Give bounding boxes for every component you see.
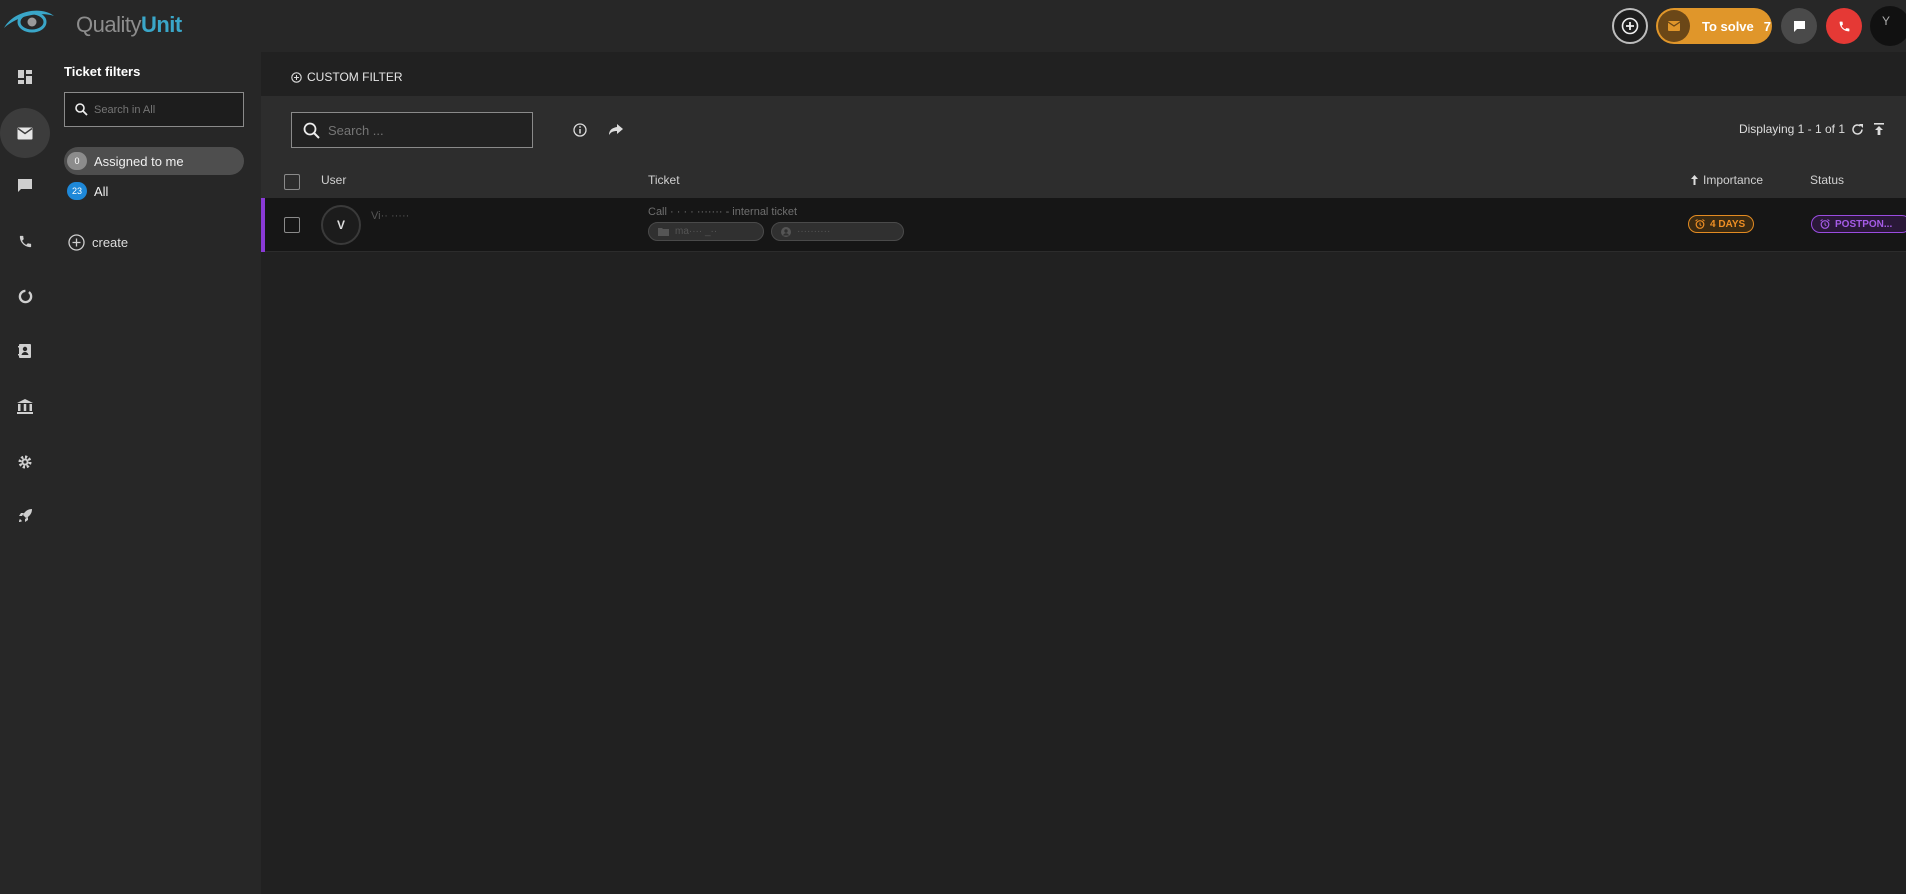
- search-icon: [75, 103, 88, 116]
- create-filter-button[interactable]: create: [68, 234, 128, 251]
- row-checkbox[interactable]: [284, 217, 300, 233]
- column-importance[interactable]: Importance: [1690, 173, 1763, 187]
- status-badge[interactable]: POSTPON...: [1811, 215, 1906, 233]
- dashboard-icon[interactable]: [5, 57, 45, 97]
- phone-icon: [1839, 21, 1849, 31]
- create-label: create: [92, 235, 129, 250]
- to-solve-label: To solve: [1702, 18, 1754, 34]
- displaying-text: Displaying 1 - 1 of 1: [1738, 122, 1845, 136]
- importance-badge: 4 DAYS: [1688, 215, 1755, 233]
- folder-icon: [658, 228, 669, 236]
- user-avatar[interactable]: Y: [1870, 6, 1906, 46]
- brand-name: QualityUnit: [76, 12, 182, 38]
- mail-icon[interactable]: [0, 108, 50, 158]
- company-icon[interactable]: [5, 386, 45, 426]
- filter-label: All: [94, 183, 109, 199]
- column-status[interactable]: Status: [1810, 173, 1844, 187]
- column-user[interactable]: User: [321, 173, 346, 187]
- column-importance-label: Importance: [1703, 173, 1764, 187]
- table-row[interactable]: V Vi·· ····· Call · · · · ······· - inte…: [261, 198, 1906, 252]
- filter-label: Assigned to me: [94, 153, 184, 169]
- refresh-icon[interactable]: [1847, 119, 1867, 139]
- plus-circle-icon: [291, 71, 302, 83]
- alarm-clock-icon: [1820, 219, 1830, 229]
- rocket-icon[interactable]: [5, 496, 45, 536]
- to-solve-count: 7: [1763, 18, 1772, 34]
- ticket-user-avatar[interactable]: V: [321, 205, 361, 245]
- ticket-user-name: Vi·· ·····: [371, 210, 410, 222]
- custom-filter-button[interactable]: CUSTOM FILTER: [291, 70, 403, 84]
- filters-title: Ticket filters: [64, 64, 141, 79]
- ticket-user-initial: V: [336, 218, 345, 232]
- settings-icon[interactable]: [5, 442, 45, 482]
- plus-icon: [1621, 17, 1639, 35]
- person-icon: [781, 226, 791, 237]
- to-solve-button[interactable]: To solve 7: [1656, 8, 1772, 44]
- agent-tag-label: ··········: [797, 226, 831, 237]
- custom-filter-bar: CUSTOM FILTER: [261, 52, 1906, 96]
- ticket-subject[interactable]: Call · · · · ······· - internal ticket: [648, 206, 797, 218]
- call-button[interactable]: [1826, 8, 1862, 44]
- custom-filter-label: CUSTOM FILTER: [307, 70, 403, 84]
- ticket-search[interactable]: [291, 112, 533, 148]
- search-icon: [303, 122, 320, 139]
- filter-all[interactable]: 23 All: [64, 177, 244, 205]
- tickets-main: CUSTOM FILTER Displaying 1 - 1 of 1 User…: [261, 52, 1906, 894]
- envelope-icon: [1658, 10, 1690, 42]
- row-priority-stripe: [261, 198, 265, 252]
- displaying-count: Displaying 1 - 1 of 1: [1739, 122, 1845, 136]
- sort-arrow-up-icon: [1691, 175, 1698, 185]
- filters-search-input[interactable]: [94, 103, 234, 116]
- info-icon[interactable]: [570, 120, 590, 140]
- scroll-top-icon[interactable]: [1869, 119, 1889, 139]
- user-avatar-initial: Y: [1882, 14, 1891, 28]
- column-ticket[interactable]: Ticket: [648, 173, 680, 187]
- brand-name-part1: Quality: [76, 12, 141, 37]
- ticket-filters-panel: Ticket filters 0 Assigned to me 23 All c…: [50, 52, 309, 894]
- forward-icon[interactable]: [606, 120, 626, 140]
- contacts-icon[interactable]: [5, 331, 45, 371]
- status-label: POSTPON...: [1835, 218, 1893, 230]
- department-tag-label: ma···· _··: [675, 226, 718, 237]
- ticket-toolbar: Displaying 1 - 1 of 1 User Ticket Import…: [261, 96, 1906, 210]
- main-navigation: [0, 52, 50, 894]
- chat-icon[interactable]: [5, 166, 45, 206]
- plus-circle-icon: [68, 234, 85, 251]
- agent-tag[interactable]: ··········: [771, 222, 904, 241]
- add-button[interactable]: [1612, 8, 1648, 44]
- quality-unit-logo[interactable]: [2, 6, 56, 42]
- phone-icon[interactable]: [5, 221, 45, 261]
- filter-count-badge: 23: [67, 182, 87, 200]
- filters-search[interactable]: [64, 92, 244, 127]
- brand-name-part2: Unit: [140, 12, 182, 37]
- reports-icon[interactable]: [5, 276, 45, 316]
- importance-label: 4 DAYS: [1710, 218, 1746, 230]
- alarm-clock-icon: [1695, 219, 1705, 229]
- department-tag[interactable]: ma···· _··: [648, 222, 764, 241]
- top-bar: QualityUnit To solve 7 Y: [0, 0, 1906, 52]
- chat-bubble-icon: [1793, 20, 1805, 32]
- chat-button[interactable]: [1781, 8, 1817, 44]
- filter-assigned-to-me[interactable]: 0 Assigned to me: [64, 147, 244, 175]
- ticket-search-input[interactable]: [328, 122, 508, 138]
- select-all-checkbox[interactable]: [284, 174, 300, 190]
- filter-count-badge: 0: [67, 152, 87, 170]
